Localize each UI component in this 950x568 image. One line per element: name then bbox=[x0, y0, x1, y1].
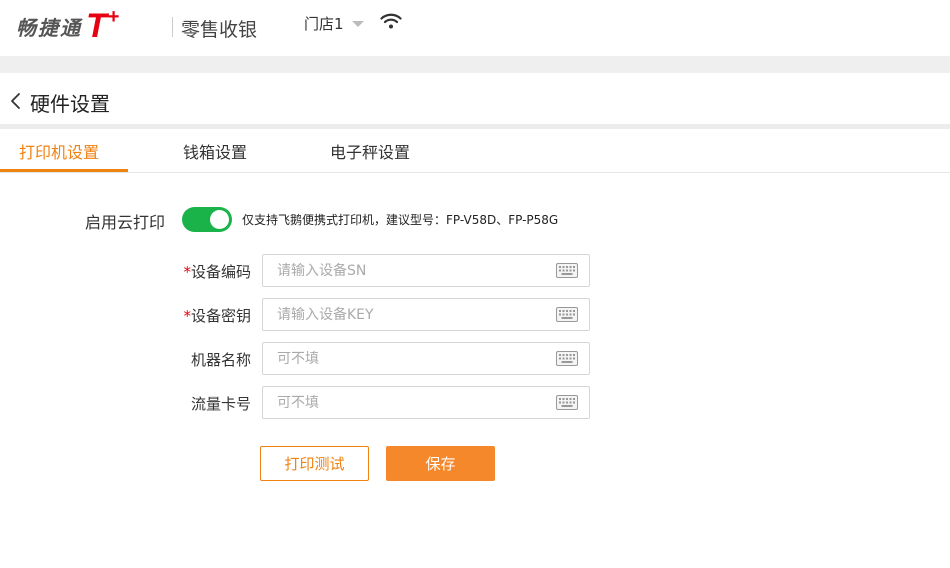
cloud-print-label: 启用云打印 bbox=[85, 213, 166, 232]
device-key-input[interactable] bbox=[263, 299, 543, 330]
tab-scale-settings[interactable]: 电子秤设置 bbox=[330, 139, 410, 163]
keyboard-icon[interactable] bbox=[556, 307, 578, 322]
store-selector[interactable]: 门店1 bbox=[304, 13, 364, 34]
device-key-label: *设备密钥 bbox=[131, 305, 251, 326]
brand-logo: 畅捷通 T + bbox=[16, 5, 120, 45]
top-header: 畅捷通 T + 零售收银 门店1 bbox=[0, 0, 950, 56]
cloud-print-hint: 仅支持飞鹅便携式打印机，建议型号：FP-V58D、FP-P58G bbox=[242, 213, 559, 227]
device-sn-label-text: 设备编码 bbox=[190, 263, 251, 281]
settings-tabs: 打印机设置 钱箱设置 电子秤设置 bbox=[0, 129, 950, 173]
brand-plus-mark: + bbox=[107, 5, 120, 28]
cloud-print-toggle[interactable] bbox=[182, 207, 232, 232]
sim-card-input[interactable] bbox=[263, 387, 543, 418]
device-sn-field bbox=[262, 254, 590, 287]
sim-card-label: 流量卡号 bbox=[190, 395, 251, 413]
page-title: 硬件设置 bbox=[30, 92, 110, 116]
machine-name-label: 机器名称 bbox=[190, 351, 251, 369]
keyboard-icon[interactable] bbox=[556, 351, 578, 366]
brand-t-mark: T bbox=[86, 7, 107, 45]
device-sn-label: *设备编码 bbox=[131, 261, 251, 282]
dropdown-caret-icon bbox=[351, 20, 364, 27]
wifi-icon bbox=[380, 13, 402, 29]
device-sn-input[interactable] bbox=[263, 255, 543, 286]
brand-name: 畅捷通 bbox=[16, 15, 82, 40]
tab-cash-drawer-settings[interactable]: 钱箱设置 bbox=[183, 139, 247, 163]
store-selector-label: 门店1 bbox=[304, 15, 344, 33]
back-chevron-icon[interactable] bbox=[8, 92, 22, 110]
keyboard-icon[interactable] bbox=[556, 263, 578, 278]
machine-name-field bbox=[262, 342, 590, 375]
required-mark: * bbox=[183, 263, 191, 281]
save-button[interactable]: 保存 bbox=[386, 446, 495, 481]
sim-card-field bbox=[262, 386, 590, 419]
brand-divider bbox=[172, 17, 173, 37]
active-tab-indicator bbox=[0, 169, 128, 172]
device-key-field bbox=[262, 298, 590, 331]
keyboard-icon[interactable] bbox=[556, 395, 578, 410]
print-test-button[interactable]: 打印测试 bbox=[260, 446, 369, 481]
title-bar bbox=[0, 73, 950, 125]
device-key-label-text: 设备密钥 bbox=[190, 307, 251, 325]
app-name: 零售收银 bbox=[181, 19, 258, 41]
header-separator bbox=[0, 56, 950, 73]
required-mark: * bbox=[183, 307, 191, 325]
machine-name-input[interactable] bbox=[263, 343, 543, 374]
toggle-knob bbox=[210, 210, 229, 229]
tab-printer-settings[interactable]: 打印机设置 bbox=[19, 139, 99, 163]
